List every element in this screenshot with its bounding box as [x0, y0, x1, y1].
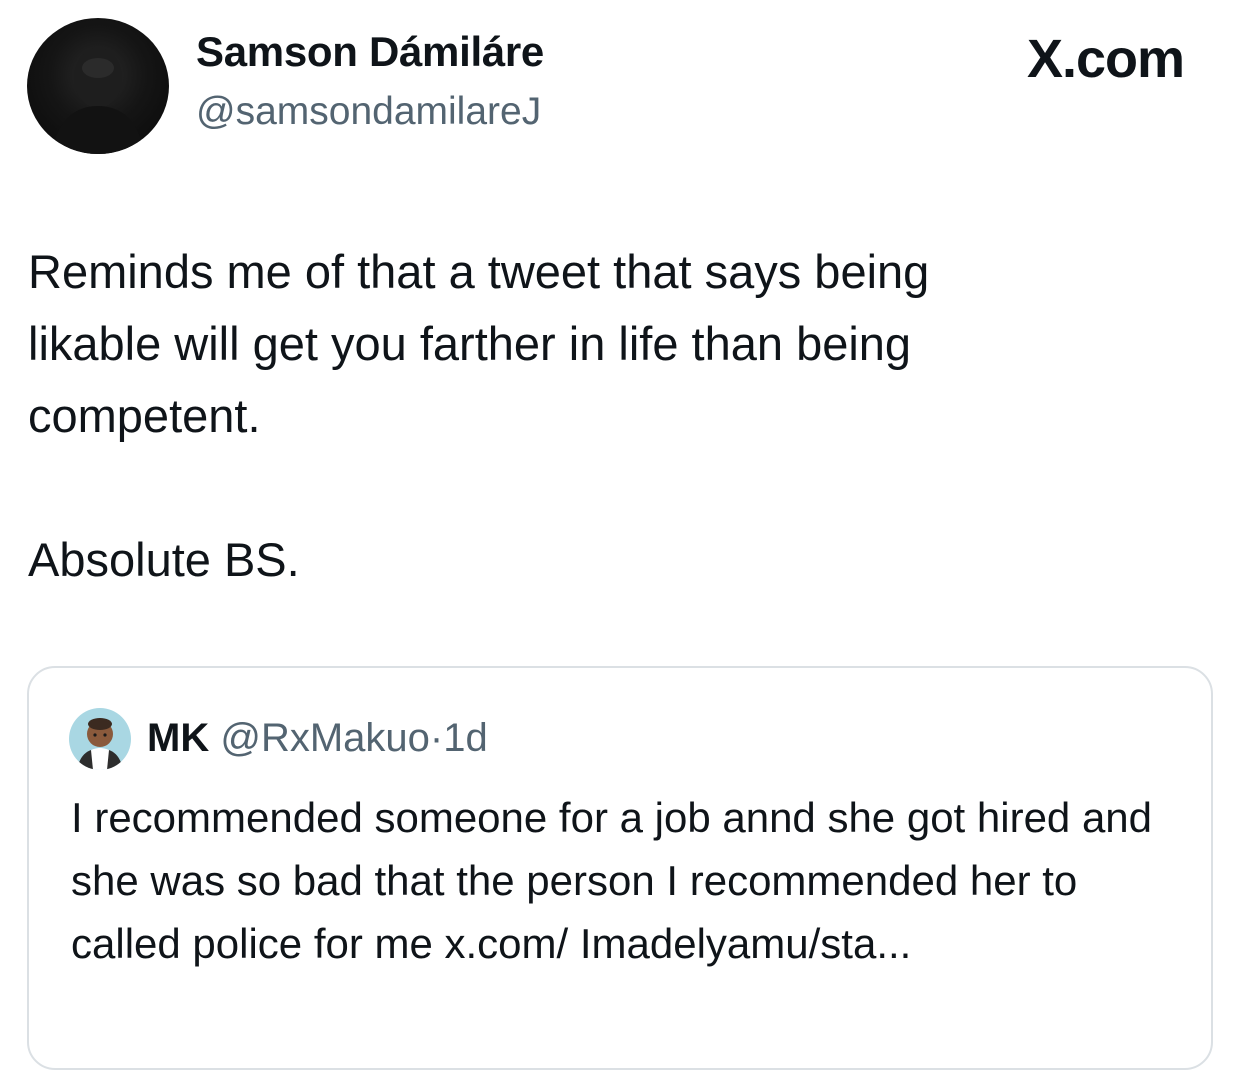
quote-separator: · [429, 716, 444, 760]
author-avatar[interactable] [27, 18, 169, 154]
quote-timestamp[interactable]: 1d [443, 716, 488, 760]
quote-author-handle[interactable]: @RxMakuo [220, 716, 430, 760]
quote-author-name[interactable]: MK [147, 716, 209, 760]
quote-text: I recommended someone for a job annd she… [71, 794, 1153, 967]
author-name[interactable]: Samson Dámiláre [196, 28, 544, 76]
quoted-tweet[interactable]: MK @RxMakuo·1d I recommended someone for… [27, 666, 1213, 1070]
tweet-text: Reminds me of that a tweet that says bei… [28, 245, 930, 586]
x-logo: X.com [1026, 29, 1185, 89]
avatar-portrait-icon [52, 48, 144, 154]
author-handle[interactable]: @samsondamilareJ [196, 90, 541, 134]
memoji-avatar-icon [77, 718, 123, 770]
quote-header: MK @RxMakuo·1d [147, 716, 488, 761]
quote-avatar[interactable] [69, 708, 131, 770]
